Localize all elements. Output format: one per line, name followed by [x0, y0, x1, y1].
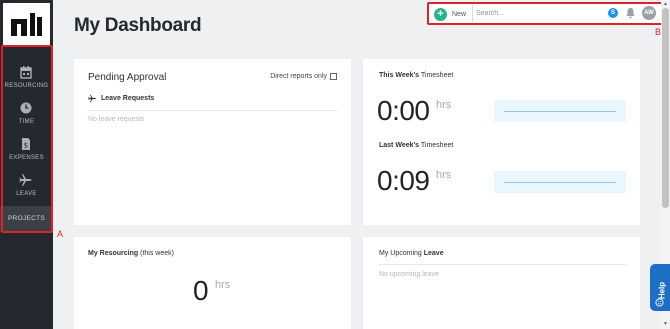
- logo-icon: [11, 13, 42, 36]
- upcoming-leave-title-prefix: My Upcoming: [379, 250, 424, 257]
- divider: [379, 264, 626, 265]
- help-button[interactable]: Help: [650, 264, 670, 311]
- this-week-sparkline: [494, 100, 626, 122]
- divider: [88, 110, 337, 111]
- last-week-label: Last Week's: [379, 142, 420, 149]
- pending-approval-title: Pending Approval: [88, 72, 167, 83]
- resourcing-card: My Resourcing (this week) 0 hrs: [74, 237, 351, 329]
- smiley-icon: [655, 298, 664, 307]
- upcoming-leave-card: My Upcoming Leave No upcoming leave: [363, 237, 640, 329]
- last-week-sparkline: [494, 171, 626, 193]
- search-input[interactable]: [476, 6, 601, 21]
- this-week-hours-unit: hrs: [436, 99, 452, 111]
- page-title: My Dashboard: [74, 15, 202, 36]
- upcoming-leave-title[interactable]: My Upcoming Leave: [379, 250, 444, 257]
- timesheet-card: This Week's Timesheet 0:00 hrs Last Week…: [363, 59, 640, 225]
- upcoming-leave-empty: No upcoming leave: [379, 271, 439, 278]
- last-week-hours-unit: hrs: [436, 169, 452, 181]
- last-week-timesheet-title[interactable]: Last Week's Timesheet: [379, 142, 453, 149]
- this-week-label: This Week's: [379, 72, 420, 79]
- search-badge-icon[interactable]: S: [608, 8, 618, 18]
- this-week-timesheet-title[interactable]: This Week's Timesheet: [379, 72, 453, 79]
- plus-icon: +: [434, 7, 447, 21]
- resourcing-title-bold: My Resourcing: [88, 250, 139, 257]
- sparkline-line: [504, 182, 616, 183]
- resourcing-hours-unit: hrs: [215, 279, 231, 291]
- upcoming-leave-title-bold: Leave: [423, 250, 444, 257]
- sparkline-line: [504, 111, 616, 112]
- timesheet-label: Timesheet: [419, 142, 454, 149]
- top-toolbar: + New S AW: [427, 2, 663, 25]
- timesheet-label: Timesheet: [419, 72, 454, 79]
- annotation-label-a: A: [57, 229, 64, 239]
- last-week-hours-value: 0:09: [377, 165, 430, 196]
- resourcing-hours-value: 0: [193, 275, 209, 306]
- leave-requests-empty: No leave requests: [88, 116, 145, 123]
- toolbar-divider: [472, 5, 473, 22]
- plane-icon: [88, 94, 97, 103]
- scroll-thumb[interactable]: [662, 8, 669, 208]
- app-logo[interactable]: [3, 3, 50, 46]
- leave-requests-header: Leave Requests: [88, 94, 154, 103]
- scroll-down-icon[interactable]: ▼: [663, 321, 668, 327]
- bell-icon[interactable]: [625, 7, 636, 19]
- resourcing-title-rest: (this week): [138, 250, 174, 257]
- resourcing-title[interactable]: My Resourcing (this week): [88, 250, 174, 257]
- this-week-hours-value: 0:00: [377, 95, 430, 126]
- annotation-box-a: [1, 45, 53, 233]
- direct-reports-checkbox[interactable]: [330, 73, 337, 80]
- new-button[interactable]: + New: [434, 7, 466, 21]
- direct-reports-label: Direct reports only: [270, 73, 327, 80]
- scroll-up-icon[interactable]: ▲: [663, 1, 668, 7]
- avatar[interactable]: AW: [642, 6, 656, 20]
- new-button-label: New: [452, 10, 467, 18]
- direct-reports-toggle[interactable]: Direct reports only: [270, 73, 337, 80]
- leave-requests-label: Leave Requests: [101, 95, 155, 102]
- pending-approval-card: Pending Approval Direct reports only Lea…: [74, 59, 351, 225]
